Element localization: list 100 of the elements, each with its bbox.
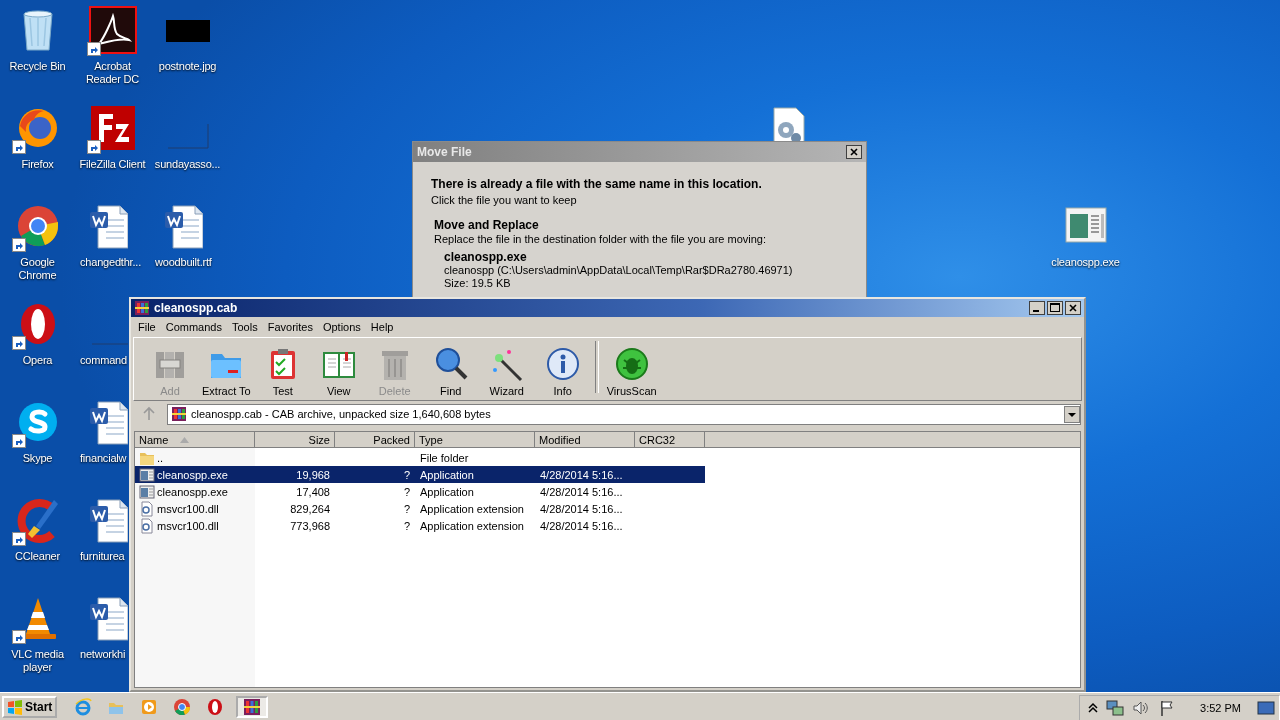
file-row[interactable]: cleanospp.exe 19,968 ? Application 4/28/2014 5:16... <box>135 466 705 483</box>
icon-label[interactable]: financialw <box>80 452 127 465</box>
toolbar-button[interactable]: Test <box>256 344 309 400</box>
icon-label[interactable]: FileZilla Client <box>79 158 146 171</box>
bug-icon <box>613 346 650 382</box>
file-size: Size: 19.5 KB <box>444 277 512 290</box>
icon-label[interactable]: postnote.jpg <box>158 60 217 73</box>
column-header[interactable]: Name <box>135 432 255 448</box>
dropdown-arrow-button[interactable] <box>1064 405 1080 423</box>
table-cell-text: 4/28/2014 5:16... <box>539 468 624 481</box>
document-icon[interactable] <box>88 496 128 544</box>
menu-item[interactable]: Commands <box>160 319 227 335</box>
document-icon[interactable] <box>88 202 128 250</box>
toolbar-button[interactable]: View <box>312 344 365 400</box>
icon-label[interactable]: woodbuilt.rtf <box>155 256 212 269</box>
windows-flag-icon <box>7 699 23 715</box>
file-row[interactable]: .. File folder <box>135 449 705 466</box>
table-cell-text: Application extension <box>419 502 525 515</box>
table-cell-text: File folder <box>419 451 470 464</box>
file-row[interactable]: msvcr100.dll 829,264 ? Application extension 4/28/2014 5:16... <box>135 500 705 517</box>
column-header[interactable]: Type <box>415 432 535 448</box>
toolbar-button[interactable]: Extract To <box>200 344 253 400</box>
table-cell-text: ? <box>402 468 411 481</box>
archive-app-icon <box>243 698 262 716</box>
info-icon <box>544 346 581 382</box>
address-field[interactable]: cleanospp.cab - CAB archive, unpacked size 1,640,608 bytes <box>167 403 1081 425</box>
browser-icon <box>173 698 192 716</box>
column-header[interactable]: CRC32 <box>635 432 705 448</box>
browser-e-icon <box>74 698 93 716</box>
column-label: Type <box>419 433 443 446</box>
icon-label[interactable]: cleanospp.exe <box>1051 256 1120 269</box>
table-cell-text: 773,968 <box>289 519 331 532</box>
application-window-icon <box>139 483 155 500</box>
taskbar-button[interactable] <box>236 696 269 718</box>
table-cell-text: 17,408 <box>295 485 331 498</box>
toolbar-button[interactable]: Info <box>536 344 589 400</box>
toolbar-button[interactable]: Wizard <box>480 344 533 400</box>
media-player-icon <box>140 698 159 716</box>
icon-label[interactable]: Opera <box>22 354 53 367</box>
clock[interactable]: 3:52 PM <box>1200 702 1241 714</box>
column-header[interactable]: Modified <box>535 432 635 448</box>
menu-item[interactable]: File <box>133 319 161 335</box>
icon-label[interactable]: changedthr... <box>80 256 141 269</box>
file-row[interactable]: msvcr100.dll 773,968 ? Application extension 4/28/2014 5:16... <box>135 517 705 534</box>
chevron-up-icon[interactable] <box>1088 702 1099 714</box>
icon-label[interactable]: command <box>80 354 127 367</box>
table-cell-text: 4/28/2014 5:16... <box>539 485 624 498</box>
speaker-icon[interactable] <box>1132 699 1151 717</box>
gear-file-icon <box>139 500 155 517</box>
table-cell-text: Application extension <box>419 519 525 532</box>
dialog-heading: There is already a file with the same name in this location. <box>431 177 763 191</box>
icon-label[interactable]: furniturea <box>80 550 125 563</box>
toolbar-button[interactable]: Find <box>424 344 477 400</box>
table-cell-text: 4/28/2014 5:16... <box>539 502 624 515</box>
menu-item[interactable]: Favorites <box>262 319 318 335</box>
move-and-replace-option[interactable]: Move and Replace Replace the file in the destination folder with the file you are moving: cleanospp.exe cleanospp (C:\Users\admin\AppData\Local\Temp\Rar$DRa2780.46971) Size: 19.5 KB <box>431 218 848 290</box>
table-cell-text: ? <box>402 502 411 515</box>
gear-file-icon <box>139 517 155 534</box>
table-cell-text: ? <box>402 519 411 532</box>
address-text: cleanospp.cab - CAB archive, unpacked size 1,640,608 bytes <box>191 408 492 420</box>
option-title: Move and Replace <box>434 218 540 232</box>
pdf-app-icon[interactable] <box>88 6 137 54</box>
maximize-button[interactable] <box>1047 301 1063 315</box>
column-header[interactable]: Size <box>255 432 335 448</box>
close-button[interactable] <box>1065 301 1081 315</box>
icon-label[interactable]: sundayasso... <box>154 158 221 171</box>
icon-label[interactable]: Skype <box>22 452 53 465</box>
icon-label[interactable]: Acrobat Reader DC <box>76 60 149 86</box>
window-title: cleanospp.cab <box>154 301 239 315</box>
document-icon[interactable] <box>88 594 128 642</box>
icon-label[interactable]: VLC media player <box>1 648 74 674</box>
icon-label[interactable]: CCleaner <box>15 550 60 563</box>
ftp-app-icon[interactable] <box>88 104 137 152</box>
toolbar-button[interactable]: VirusScan <box>604 344 659 400</box>
file-row[interactable]: cleanospp.exe 17,408 ? Application 4/28/2014 5:16... <box>135 483 705 500</box>
network-icon[interactable] <box>1106 699 1125 717</box>
column-label: CRC32 <box>639 433 676 446</box>
column-header[interactable]: Packed <box>335 432 415 448</box>
ring-browser-icon <box>206 698 225 716</box>
file-name: msvcr100.dll <box>157 502 219 515</box>
column-label: Name <box>139 433 169 446</box>
icon-label[interactable]: Recycle Bin <box>9 60 66 73</box>
column-label: Packed <box>373 433 410 446</box>
start-button[interactable]: Start <box>2 696 58 718</box>
minimize-button[interactable] <box>1029 301 1045 315</box>
icon-label[interactable]: Firefox <box>21 158 54 171</box>
menu-item[interactable]: Options <box>317 319 366 335</box>
column-label: Size <box>308 433 330 446</box>
file-name: cleanospp.exe <box>444 250 528 264</box>
document-icon[interactable] <box>88 398 128 446</box>
file-name: cleanospp.exe <box>157 468 228 481</box>
icon-label[interactable]: Google Chrome <box>1 256 74 282</box>
document-icon[interactable] <box>163 202 203 250</box>
menu-item[interactable]: Tools <box>227 319 263 335</box>
show-desktop-button[interactable] <box>1257 700 1275 716</box>
option-text: Replace the file in the destination folder with the file you are moving: <box>434 233 768 245</box>
close-button[interactable] <box>846 145 862 159</box>
icon-label[interactable]: networkhi <box>80 648 126 661</box>
menu-item[interactable]: Help <box>365 319 399 335</box>
application-window-icon <box>139 466 155 483</box>
